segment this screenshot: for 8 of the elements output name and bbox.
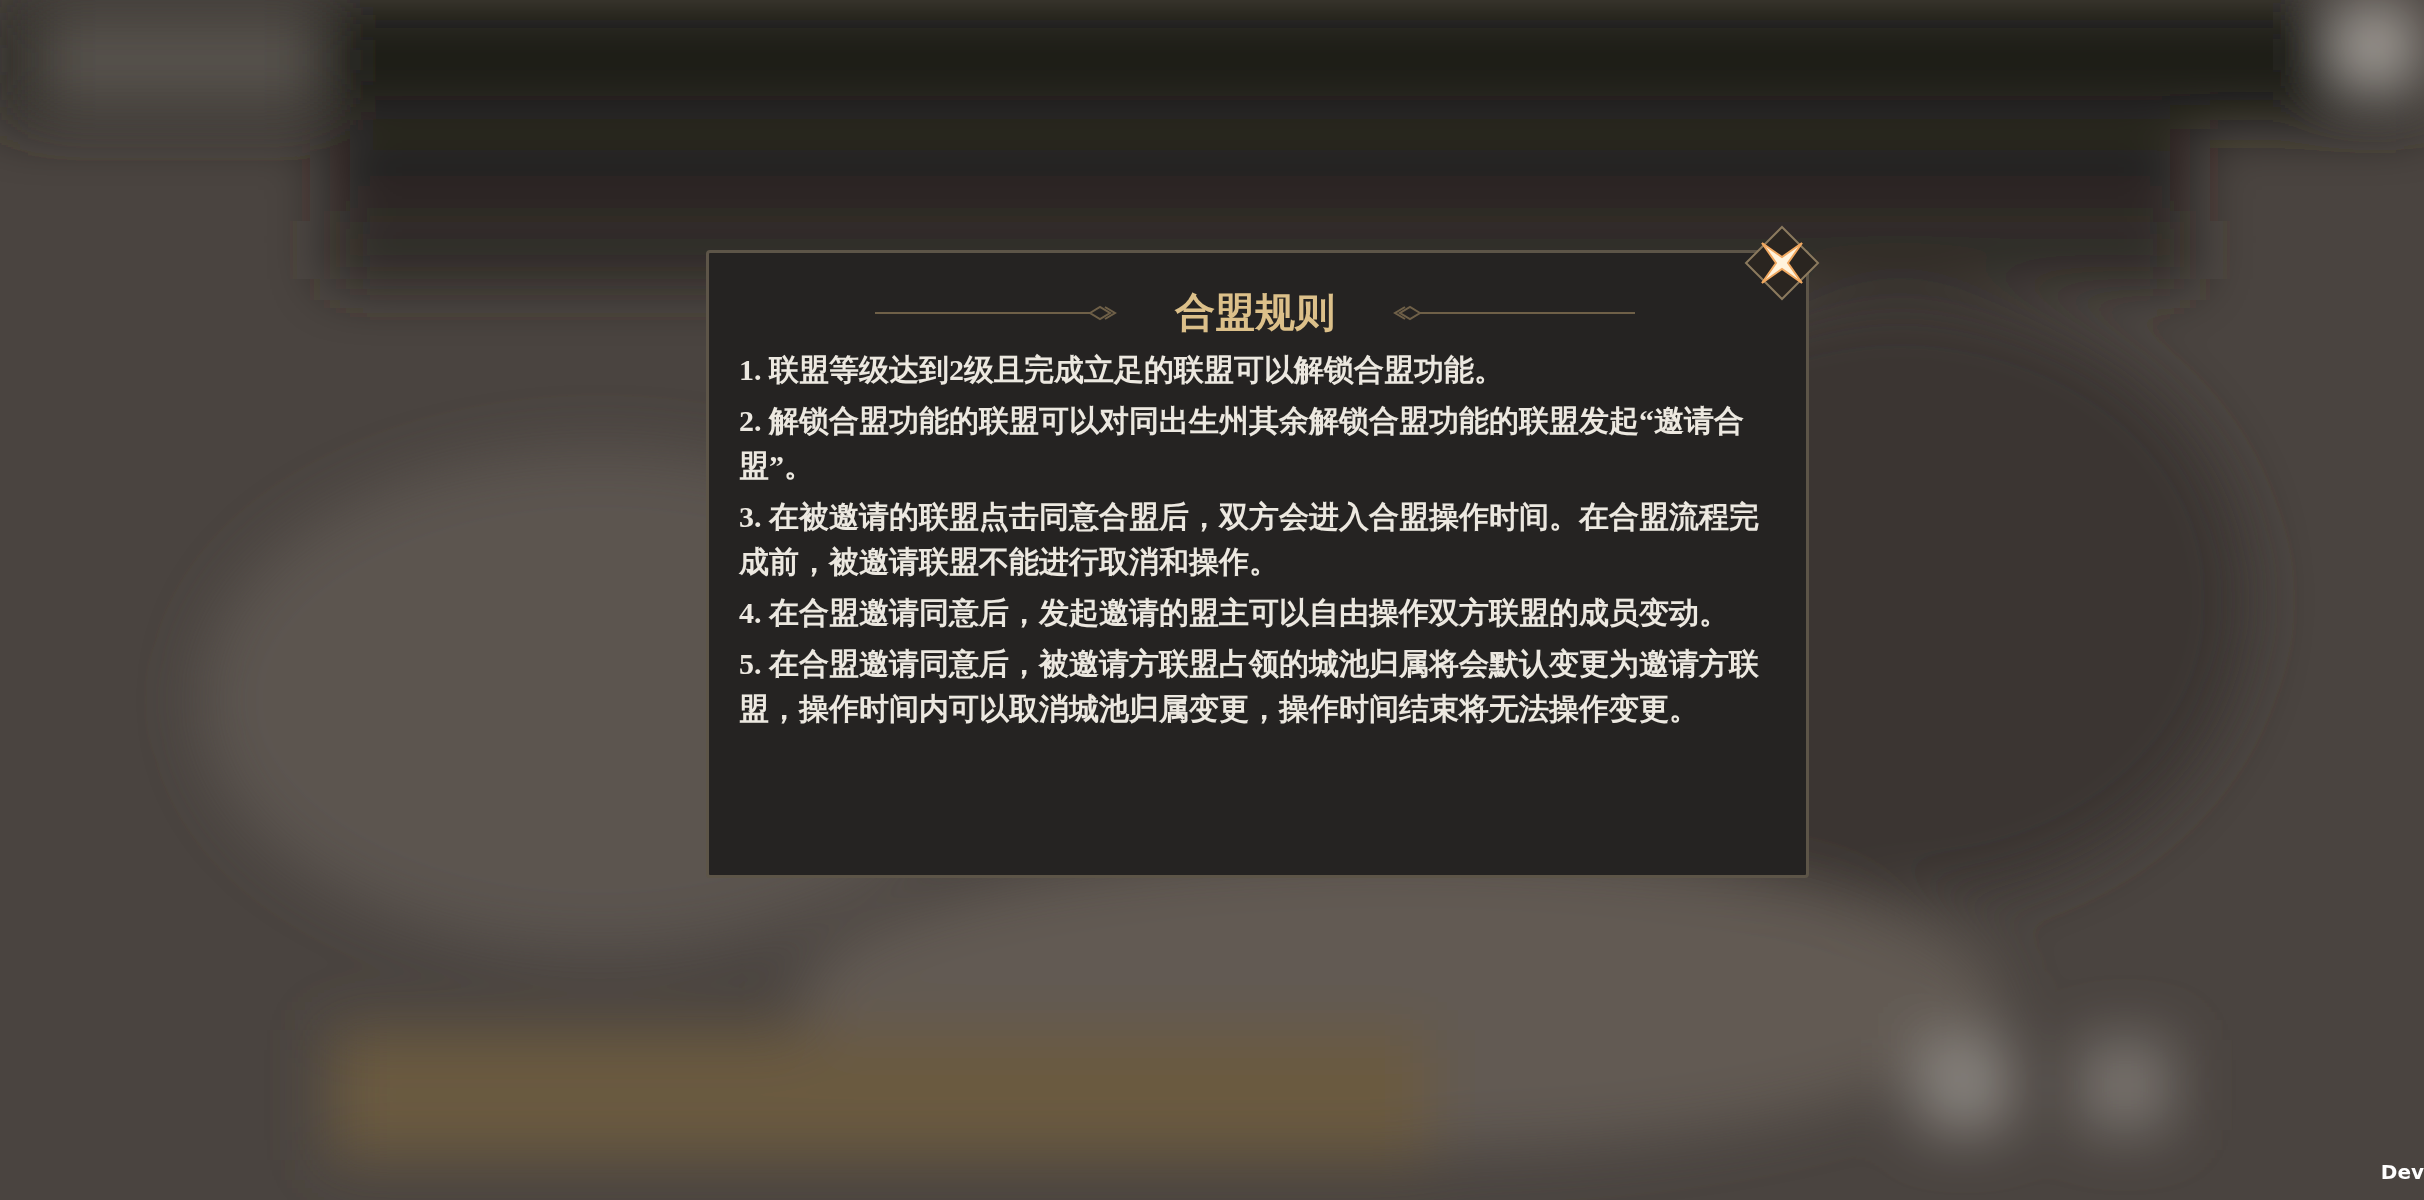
rule-text: 2. 解锁合盟功能的联盟可以对同出生州其余解锁合盟功能的联盟发起“邀请合盟”。 — [739, 403, 1745, 484]
dialog-title: 合盟规则 — [1174, 289, 1335, 337]
rule-text: 4. 在合盟邀请同意后，发起邀请的盟主可以自由操作双方联盟的成员变动。 — [739, 595, 1730, 631]
rule-text: 3. 在被邀请的联盟点击同意合盟后，双方会进入合盟操作时间。在合盟流程完成前，被邀请联盟不能进行取消和操作。 — [739, 499, 1760, 580]
close-button[interactable] — [1742, 223, 1822, 303]
rule-text: 5. 在合盟邀请同意后，被邀请方联盟占领的城池归属将会默认变更为邀请方联盟，操作时间内可以取消城池归属变更，操作时间结束将无法操作变更。 — [739, 646, 1760, 727]
corner-label: Dev — [2380, 1160, 2424, 1184]
rule-text: 1. 联盟等级达到2级且完成立足的联盟可以解锁合盟功能。 — [739, 352, 1505, 388]
